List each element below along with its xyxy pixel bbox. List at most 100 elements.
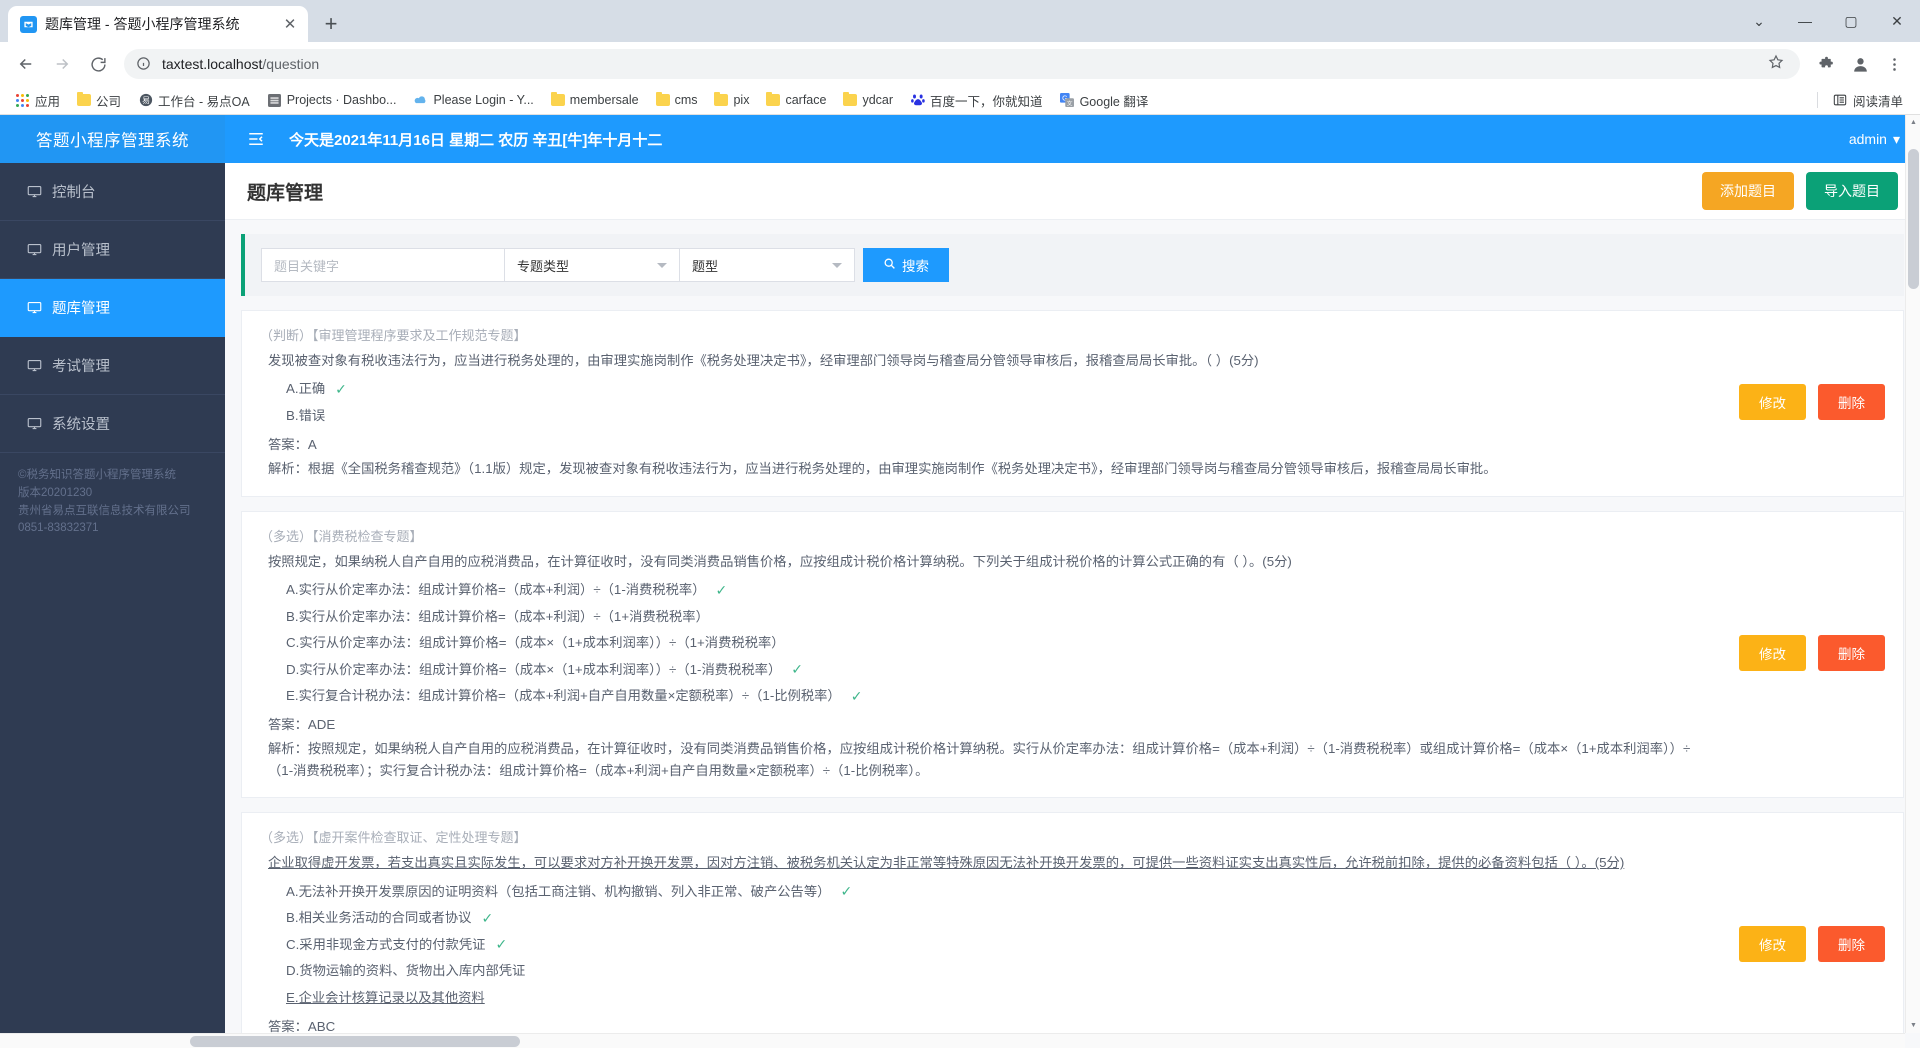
question-option: B.相关业务活动的合同或者协议 ✓: [260, 905, 1705, 932]
sidebar-item-label: 用户管理: [52, 243, 110, 259]
browser-menu-icon[interactable]: [1878, 48, 1910, 80]
folder-icon: [655, 92, 670, 106]
question-stem: 发现被查对象有税收违法行为，应当进行税务处理的，由审理实施岗制作《税务处理决定书…: [268, 353, 1259, 368]
bookmark-label: 百度一下，你就知道: [930, 94, 1043, 109]
question-actions: 修改 删除: [1705, 325, 1885, 480]
sidebar-item-label: 控制台: [52, 185, 96, 201]
bookmark-carface[interactable]: carface: [759, 90, 833, 110]
option-text: A.无法补开换开发票原因的证明资料（包括工商注销、机构撤销、列入非正常、破产公告…: [286, 883, 831, 899]
topic-type-value: 专题类型: [517, 258, 570, 274]
bookmark-please-login[interactable]: Please Login - Y...: [406, 90, 540, 111]
add-question-button[interactable]: 添加题目: [1702, 172, 1794, 210]
option-text: A.正确: [286, 381, 326, 397]
browser-tab[interactable]: 题库管理 - 答题小程序管理系统 ✕: [8, 6, 308, 42]
option-text: D.货物运输的资料、货物出入库内部凭证: [286, 963, 526, 979]
bookmark-baidu[interactable]: 百度一下，你就知道: [903, 88, 1050, 113]
cloud-icon: [413, 93, 428, 108]
bookmark-ydcar[interactable]: ydcar: [836, 90, 900, 110]
close-window-button[interactable]: ✕: [1874, 0, 1920, 42]
tab-search-chevron-icon[interactable]: ⌄: [1736, 0, 1782, 42]
option-text: E.企业会计核算记录以及其他资料: [286, 989, 485, 1005]
bookmark-label: Projects · Dashbo...: [286, 93, 397, 107]
question-tag: （判断）【审理管理程序要求及工作规范专题】: [260, 328, 527, 343]
monitor-icon: [26, 416, 42, 432]
footer-line: 贵州省易点互联信息技术有限公司: [18, 504, 191, 517]
app-body: 控制台 用户管理 题库管理 考试管理 系统设置 ©税务知识答题小程序管理系统 版…: [0, 163, 1920, 1048]
explain-label: 解析：: [268, 741, 308, 757]
bookmark-star-icon[interactable]: [1768, 54, 1788, 74]
collapse-icon[interactable]: [245, 128, 267, 150]
bookmark-company-folder[interactable]: 公司: [70, 88, 128, 113]
bookmark-apps[interactable]: 应用: [8, 88, 67, 113]
question-explain: 解析：按照规定，如果纳税人自产自用的应税消费品，在计算征收时，没有同类消费品销售…: [260, 735, 1705, 781]
bookmark-google-translate[interactable]: G文 Google 翻译: [1053, 88, 1156, 113]
folder-icon: [766, 92, 781, 106]
bookmark-label: carface: [785, 93, 827, 107]
vertical-scroll-thumb[interactable]: [1908, 149, 1919, 289]
bookmark-cms[interactable]: cms: [649, 90, 705, 110]
bookmark-pix[interactable]: pix: [707, 90, 756, 110]
question-actions: 修改 删除: [1705, 827, 1885, 1048]
sidebar-item-settings[interactable]: 系统设置: [0, 395, 225, 453]
scroll-up-arrow-icon[interactable]: ▲: [1906, 115, 1920, 130]
address-bar[interactable]: taxtest.localhost/question: [124, 49, 1800, 79]
bookmark-yidian-oa[interactable]: 易 工作台 - 易点OA: [131, 88, 257, 113]
question-body: （判断）【审理管理程序要求及工作规范专题】 发现被查对象有税收违法行为，应当进行…: [260, 325, 1705, 480]
question-type-select[interactable]: 题型: [679, 248, 855, 282]
extensions-icon[interactable]: [1810, 48, 1842, 80]
question-body: （多选）【消费税检查专题】 按照规定，如果纳税人自产自用的应税消费品，在计算征收…: [260, 526, 1705, 782]
option-text: C.采用非现金方式支付的付款凭证: [286, 936, 486, 952]
bookmark-projects-dashboard[interactable]: Projects · Dashbo...: [260, 90, 404, 111]
bookmark-label: ydcar: [862, 93, 894, 107]
edit-question-button[interactable]: 修改: [1739, 384, 1806, 421]
monitor-icon: [26, 242, 42, 258]
minimize-button[interactable]: —: [1782, 0, 1828, 42]
svg-text:易: 易: [142, 96, 150, 105]
back-icon[interactable]: [10, 48, 42, 80]
tab-close-icon[interactable]: ✕: [280, 14, 300, 34]
bookmarks-bar-right: 阅读清单: [1816, 88, 1910, 113]
sidebar-item-question-bank[interactable]: 题库管理: [0, 279, 225, 337]
correct-check-icon: ✓: [715, 581, 728, 598]
import-question-button[interactable]: 导入题目: [1806, 172, 1898, 210]
user-name: admin: [1848, 131, 1887, 147]
explain-value: 按照规定，如果纳税人自产自用的应税消费品，在计算征收时，没有同类消费品销售价格，…: [268, 741, 1691, 778]
maximize-button[interactable]: ▢: [1828, 0, 1874, 42]
topic-type-select[interactable]: 专题类型: [504, 248, 680, 282]
question-option: C.实行从价定率办法：组成计算价格=（成本×（1+成本利润率））÷（1+消费税税…: [260, 630, 1705, 657]
forward-icon[interactable]: [46, 48, 78, 80]
horizontal-scroll-thumb[interactable]: [190, 1036, 520, 1047]
answer-label: 答案：: [268, 717, 308, 733]
delete-question-button[interactable]: 删除: [1818, 635, 1885, 672]
edit-question-button[interactable]: 修改: [1739, 635, 1806, 672]
monitor-icon: [26, 184, 42, 200]
scroll-down-arrow-icon[interactable]: ▼: [1906, 1018, 1920, 1033]
sidebar-item-users[interactable]: 用户管理: [0, 221, 225, 279]
question-option: C.采用非现金方式支付的付款凭证 ✓: [260, 931, 1705, 958]
edit-question-button[interactable]: 修改: [1739, 926, 1806, 963]
search-button[interactable]: 搜索: [863, 248, 949, 282]
profile-avatar[interactable]: [1846, 50, 1874, 78]
user-menu[interactable]: admin ▾: [1849, 131, 1900, 148]
delete-question-button[interactable]: 删除: [1818, 926, 1885, 963]
sidebar-item-exams[interactable]: 考试管理: [0, 337, 225, 395]
site-icon: 易: [138, 93, 153, 108]
option-text: E.实行复合计税办法：组成计算价格=（成本+利润+自产自用数量×定额税率）÷（1…: [286, 688, 841, 704]
vertical-scrollbar[interactable]: ▲ ▼: [1905, 115, 1920, 1033]
site-info-icon[interactable]: [136, 56, 152, 72]
folder-icon: [550, 92, 565, 106]
reload-icon[interactable]: [82, 48, 114, 80]
horizontal-scrollbar[interactable]: [0, 1033, 1905, 1048]
delete-question-button[interactable]: 删除: [1818, 384, 1885, 421]
new-tab-button[interactable]: +: [314, 7, 348, 41]
reading-list-button[interactable]: 阅读清单: [1826, 88, 1910, 113]
page-title: 题库管理: [247, 182, 324, 204]
site-favicon: [20, 15, 37, 33]
sidebar-item-dashboard[interactable]: 控制台: [0, 163, 225, 221]
bookmark-membersale[interactable]: membersale: [544, 90, 646, 110]
question-actions: 修改 删除: [1705, 526, 1885, 782]
folder-icon: [714, 92, 729, 106]
question-explain: 解析：根据《全国税务稽查规范》（1.1版）规定，发现被查对象有税收违法行为，应当…: [260, 455, 1705, 480]
question-answer: 答案：ADE: [260, 709, 1705, 735]
keyword-input[interactable]: 题目关键字: [261, 248, 505, 282]
